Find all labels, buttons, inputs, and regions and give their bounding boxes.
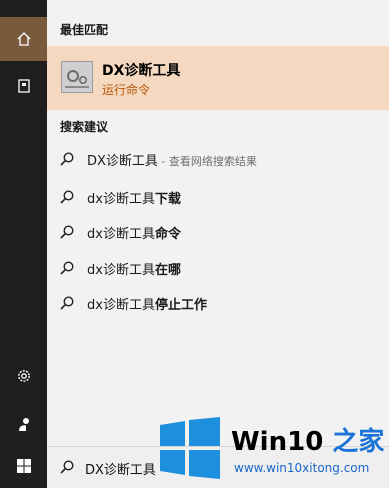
best-match-header: 最佳匹配: [60, 23, 109, 37]
feedback-button[interactable]: [0, 402, 47, 446]
left-rail: [0, 0, 47, 488]
suggestion-label: dx诊断工具在哪: [87, 263, 181, 278]
suggestion-item[interactable]: dx诊断工具命令: [47, 215, 389, 249]
suggestion-label: dx诊断工具命令: [87, 227, 181, 242]
person-icon: [16, 416, 32, 432]
home-button[interactable]: [0, 17, 47, 61]
search-icon: [59, 189, 75, 209]
gear-icon: [15, 367, 33, 385]
search-icon: [59, 459, 75, 479]
search-icon: [59, 151, 75, 171]
documents-button[interactable]: [0, 64, 47, 108]
suggestions-header: 搜索建议: [60, 120, 109, 134]
search-icon: [59, 260, 75, 280]
home-icon: [16, 31, 32, 47]
suggestion-item[interactable]: dx诊断工具下载: [47, 180, 389, 214]
windows-start-icon: [16, 458, 32, 474]
watermark: Win10 之家 www.win10xitong.com: [158, 415, 389, 488]
best-match-subtitle: 运行命令: [102, 83, 151, 97]
suggestion-item[interactable]: DX诊断工具 - 查看网络搜索结果: [47, 142, 389, 176]
dxdiag-app-icon: [61, 61, 93, 93]
start-button[interactable]: [0, 444, 47, 488]
settings-button[interactable]: [0, 354, 47, 398]
search-icon: [59, 224, 75, 244]
suggestion-label: dx诊断工具停止工作: [87, 298, 207, 313]
windows-logo-icon: [158, 417, 222, 483]
suggestion-label: dx诊断工具下载: [87, 192, 181, 207]
suggestion-item[interactable]: dx诊断工具停止工作: [47, 286, 389, 320]
search-icon: [59, 295, 75, 315]
suggestion-label: DX诊断工具 - 查看网络搜索结果: [87, 154, 257, 169]
search-input[interactable]: DX诊断工具: [85, 459, 156, 478]
best-match-result[interactable]: DX诊断工具 运行命令: [47, 46, 389, 110]
watermark-url: www.win10xitong.com: [234, 461, 370, 475]
document-icon: [16, 78, 32, 94]
watermark-brand: Win10 之家: [231, 427, 385, 457]
best-match-title: DX诊断工具: [102, 63, 181, 79]
suggestion-item[interactable]: dx诊断工具在哪: [47, 251, 389, 285]
